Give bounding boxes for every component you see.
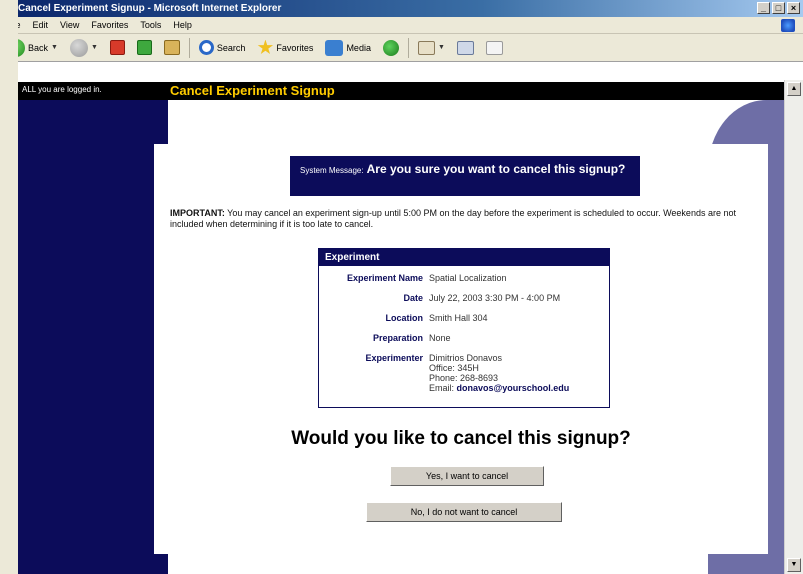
history-button[interactable] (380, 37, 402, 59)
window-controls: _ □ × (757, 2, 800, 14)
experiment-name-value: Spatial Localization (429, 273, 507, 283)
experiment-details: Experiment Experiment Name Spatial Local… (318, 248, 610, 408)
page-header-strip: ALL you are logged in. Cancel Experiment… (18, 82, 784, 100)
vertical-scrollbar[interactable]: ▲ ▼ (784, 80, 803, 574)
preparation-key: Preparation (372, 333, 423, 343)
mail-icon (417, 40, 435, 55)
edit-button[interactable] (483, 37, 506, 59)
experimenter-name: Dimitrios Donavos (429, 353, 503, 363)
back-label: Back (28, 42, 49, 53)
scroll-down-icon[interactable]: ▼ (787, 558, 801, 572)
toolbar-divider (188, 37, 190, 58)
ie-throbber-icon (781, 19, 795, 32)
print-icon (456, 40, 474, 55)
refresh-icon (136, 40, 152, 55)
menu-tools[interactable]: Tools (140, 20, 161, 30)
system-message-label: System Message: (300, 166, 364, 175)
maximize-button[interactable]: □ (772, 2, 785, 14)
date-value: July 22, 2003 3:30 PM - 4:00 PM (429, 293, 561, 303)
window-title: Cancel Experiment Signup - Microsoft Int… (18, 3, 282, 14)
edit-icon (485, 40, 503, 55)
search-label: Search (216, 42, 246, 53)
menu-edit[interactable]: Edit (33, 20, 49, 30)
confirm-cancel-button[interactable]: Yes, I want to cancel (390, 466, 544, 486)
email-label: Email: (429, 383, 457, 393)
experiment-name-key: Experiment Name (346, 273, 423, 283)
location-value: Smith Hall 304 (429, 313, 488, 323)
menu-favorites[interactable]: Favorites (91, 20, 128, 30)
experimenter-key: Experimenter (365, 353, 423, 363)
cancel-question: Would you like to cancel this signup? (291, 428, 631, 449)
toolbar-divider (407, 37, 409, 58)
media-label: Media (346, 42, 371, 53)
page-title: Cancel Experiment Signup (170, 83, 335, 98)
experimenter-email-link[interactable]: donavos@yourschool.edu (457, 383, 570, 393)
experiment-header: Experiment (319, 249, 609, 266)
login-status: ALL you are logged in. (22, 85, 102, 94)
favorites-label: Favorites (276, 42, 314, 53)
browser-toolbar: Back ▼ ▼ Search Favorites Media ▼ (0, 34, 803, 62)
experimenter-value: Dimitrios Donavos Office: 345H Phone: 26… (429, 353, 569, 393)
preparation-value: None (429, 333, 451, 343)
print-button[interactable] (454, 37, 477, 59)
system-message: System Message: Are you sure you want to… (290, 156, 640, 196)
scroll-up-icon[interactable]: ▲ (787, 82, 801, 96)
stop-button[interactable] (107, 37, 128, 59)
close-button[interactable]: × (787, 2, 800, 14)
home-button[interactable] (161, 37, 183, 59)
forward-button[interactable]: ▼ (67, 37, 101, 59)
minimize-button[interactable]: _ (757, 2, 770, 14)
refresh-button[interactable] (134, 37, 155, 59)
search-button[interactable]: Search (196, 37, 249, 59)
media-icon (325, 39, 344, 56)
forward-icon (69, 38, 88, 57)
search-icon (198, 40, 214, 55)
stop-icon (109, 40, 125, 55)
menu-help[interactable]: Help (173, 20, 192, 30)
chevron-down-icon: ▼ (437, 44, 445, 51)
important-label: IMPORTANT: (170, 208, 225, 218)
content-panel: System Message: Are you sure you want to… (154, 144, 768, 554)
window-title-bar: Cancel Experiment Signup - Microsoft Int… (0, 0, 803, 17)
chevron-down-icon: ▼ (90, 44, 98, 51)
keep-signup-button[interactable]: No, I do not want to cancel (366, 502, 562, 522)
location-key: Location (385, 313, 424, 323)
favorites-icon (257, 39, 274, 55)
important-notice: IMPORTANT: You may cancel an experiment … (170, 208, 750, 230)
page-viewport: ALL you are logged in. Cancel Experiment… (18, 82, 784, 574)
home-icon (163, 40, 180, 55)
experimenter-office: Office: 345H (429, 363, 479, 373)
menu-bar: File Edit View Favorites Tools Help (0, 17, 803, 34)
chevron-down-icon: ▼ (51, 44, 58, 51)
important-text: You may cancel an experiment sign-up unt… (170, 208, 736, 229)
system-message-text: Are you sure you want to cancel this sig… (366, 162, 626, 176)
menu-view[interactable]: View (60, 20, 79, 30)
mail-button[interactable]: ▼ (415, 37, 448, 59)
history-icon (382, 39, 399, 56)
left-nav-panel (18, 100, 168, 574)
favorites-button[interactable]: Favorites (254, 37, 316, 59)
media-button[interactable]: Media (322, 37, 374, 59)
window-left-edge (0, 0, 18, 574)
date-key: Date (403, 293, 423, 303)
experimenter-phone: Phone: 268-8693 (429, 373, 499, 383)
